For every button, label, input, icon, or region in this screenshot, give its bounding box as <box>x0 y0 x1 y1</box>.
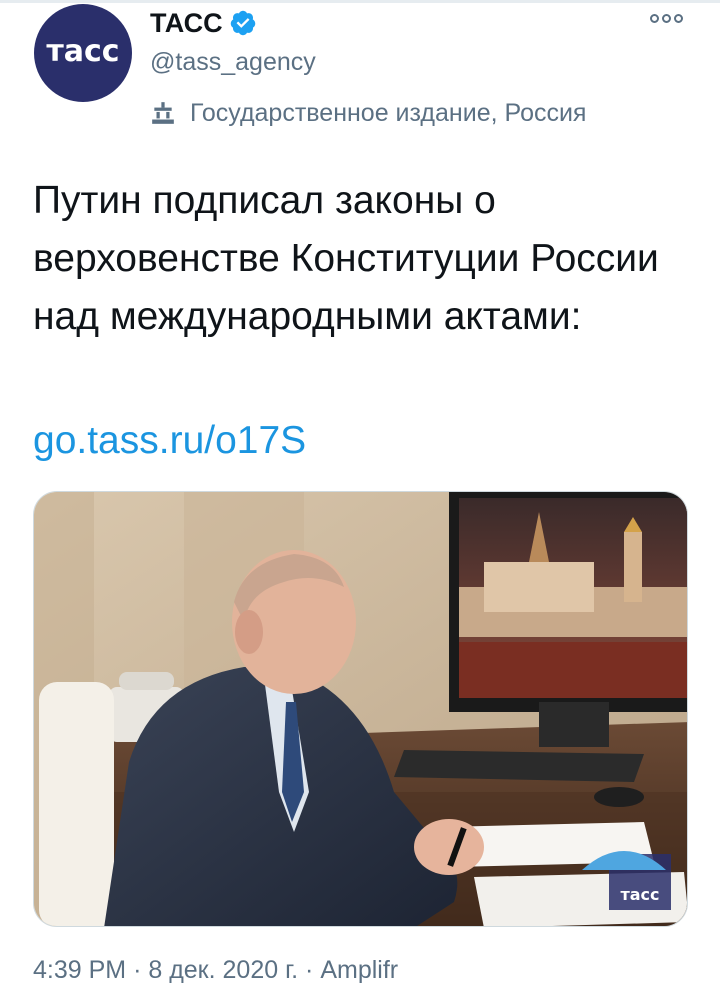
account-name[interactable]: ТАСС <box>150 8 223 39</box>
government-label[interactable]: Государственное издание, Россия <box>150 96 586 130</box>
tweet-date[interactable]: 8 дек. 2020 г. <box>148 956 298 984</box>
meta-separator: · <box>305 956 314 984</box>
more-options-icon[interactable] <box>650 14 683 23</box>
avatar[interactable]: тасс <box>34 4 132 102</box>
more-dot <box>650 14 659 23</box>
meta-separator: · <box>133 956 142 984</box>
avatar-logo: тасс <box>46 33 120 69</box>
account-name-row[interactable]: ТАСС <box>150 4 257 42</box>
tweet-text: Путин подписал законы о верховенстве Кон… <box>33 179 659 338</box>
government-building-icon <box>152 102 174 124</box>
tweet-source[interactable]: Amplifr <box>320 956 398 984</box>
more-dot <box>674 14 683 23</box>
watermark-text: тасс <box>620 885 659 904</box>
tweet-link[interactable]: go.tass.ru/o17S <box>33 412 306 470</box>
photo-putin-at-desk: тасс <box>34 492 687 926</box>
more-dot <box>662 14 671 23</box>
account-handle[interactable]: @tass_agency <box>150 48 316 77</box>
tweet-photo[interactable]: тасс <box>33 491 688 927</box>
verified-badge-icon <box>230 10 255 36</box>
government-label-text: Государственное издание, Россия <box>190 98 587 127</box>
top-divider <box>0 0 720 3</box>
tweet-meta: 4:39 PM · 8 дек. 2020 г. · Amplifr <box>33 956 398 985</box>
tweet-time[interactable]: 4:39 PM <box>33 956 126 984</box>
